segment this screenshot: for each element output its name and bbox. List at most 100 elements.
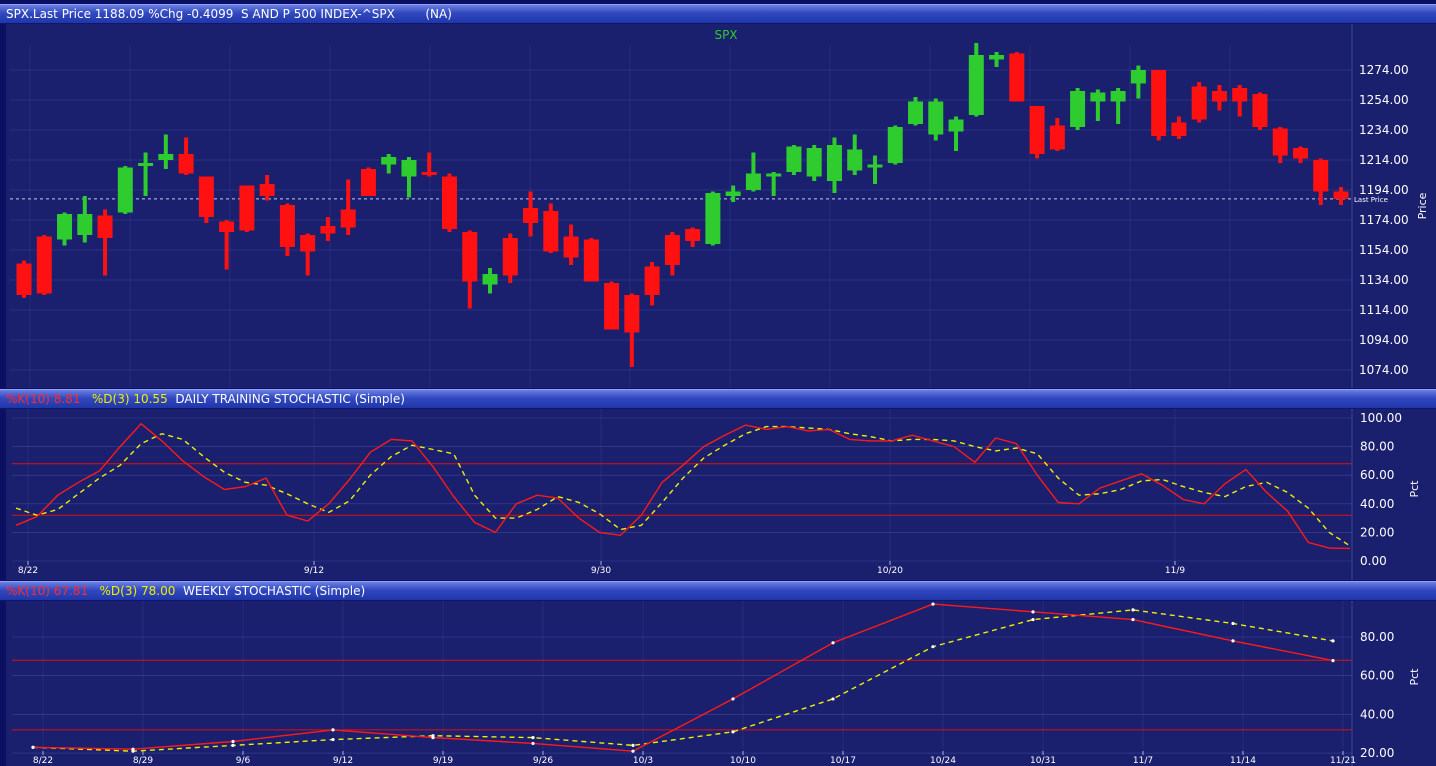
x-tick-label: 9/12 (333, 756, 353, 766)
k-point (331, 728, 335, 732)
price-y-tick: 1174.00 (1359, 213, 1409, 227)
price-y-tick: 1274.00 (1359, 63, 1409, 77)
candle-down (259, 184, 275, 196)
d-point (831, 697, 835, 701)
d-point (1031, 617, 1035, 622)
weekly-title: WEEKLY STOCHASTIC (Simple) (182, 584, 366, 598)
d-point (31, 745, 35, 749)
candle-up (766, 173, 782, 177)
stoch-y-tick: 100.00 (1360, 411, 1402, 425)
candle-up (948, 119, 964, 132)
candle-down (462, 232, 478, 282)
x-tick-label: 10/17 (830, 756, 856, 766)
candle-down (685, 229, 701, 241)
stoch-y-tick: 20.00 (1360, 746, 1394, 760)
x-tick-label: 11/9 (1165, 566, 1185, 576)
candle-down (563, 236, 579, 258)
k-point (731, 697, 735, 701)
weekly-stochastic-chart[interactable]: 80.00 60.00 40.00 20.00 Pct 8/22 8/29 9/6 9/12 9/… (0, 601, 1436, 766)
price-title: SPX (714, 28, 737, 42)
stoch-y-tick: 20.00 (1360, 525, 1394, 539)
daily-title: DAILY TRAINING STOCHASTIC (Simple) (175, 392, 405, 406)
candle-down (16, 263, 32, 295)
price-y-tick: 1094.00 (1359, 333, 1409, 347)
candle-down (320, 226, 336, 234)
candle-up (381, 157, 397, 165)
candle-up (158, 154, 174, 160)
daily-panel-header: %K(10) 8.81 %D(3) 10.55 DAILY TRAINING S… (0, 389, 1436, 409)
candle-up (57, 214, 73, 240)
candle-down (1333, 191, 1349, 199)
candle-down (178, 154, 194, 174)
candle-down (1191, 86, 1207, 120)
candle-up (806, 148, 822, 177)
price-y-tick: 1074.00 (1359, 363, 1409, 377)
candle-down (198, 176, 214, 217)
candle-up (908, 101, 924, 124)
candle-up (77, 214, 93, 235)
price-header-text: SPX.Last Price 1188.09 %Chg -0.4099 S AN… (6, 7, 452, 21)
d-point (531, 736, 535, 740)
weekly-panel-header: %K(10) 67.81 %D(3) 78.00 WEEKLY STOCHAST… (0, 581, 1436, 601)
weekly-d-label: %D(3) 78.00 (99, 584, 176, 598)
stoch-y-tick: 40.00 (1360, 497, 1394, 511)
candle-down (1232, 88, 1248, 102)
x-tick-label: 11/14 (1230, 756, 1256, 766)
x-tick-label: 8/29 (133, 756, 153, 766)
x-tick-label: 9/30 (591, 566, 611, 576)
d-point (1131, 608, 1135, 612)
stoch-axis-label: Pct (1408, 668, 1421, 686)
candle-down (1292, 148, 1308, 159)
d-point (331, 737, 335, 742)
candle-down (502, 238, 518, 276)
daily-stochastic-chart[interactable]: 100.00 80.00 60.00 40.00 20.00 0.00 Pct 8/22 9/1… (0, 409, 1436, 580)
candle-down (523, 208, 539, 223)
candle-down (1029, 106, 1045, 154)
last-price-label: Last Price (1354, 196, 1388, 204)
daily-d-label: %D(3) 10.55 (91, 392, 168, 406)
x-tick-label: 9/12 (304, 566, 324, 576)
candle-up (482, 274, 498, 285)
k-point (831, 641, 835, 645)
x-tick-label: 10/20 (877, 566, 903, 576)
price-y-tick: 1234.00 (1359, 123, 1409, 137)
d-point (931, 645, 935, 649)
stoch-y-tick: 60.00 (1360, 669, 1394, 683)
candle-down (664, 235, 680, 265)
k-point (1031, 610, 1035, 614)
x-tick-label: 10/10 (730, 756, 756, 766)
candle-down (219, 221, 235, 232)
panel-background (6, 409, 1436, 580)
candle-down (239, 185, 255, 231)
d-point (131, 749, 135, 753)
x-tick-label: 8/22 (33, 756, 53, 766)
candle-down (624, 295, 640, 333)
stoch-y-tick: 60.00 (1360, 468, 1394, 482)
price-chart[interactable]: 1274.001254.001234.001214.001194.001174.… (0, 24, 1436, 388)
candle-down (97, 215, 113, 238)
k-point (631, 749, 635, 753)
candle-down (1211, 91, 1227, 102)
panel-background (6, 601, 1436, 766)
candle-up (786, 146, 802, 172)
candle-down (583, 239, 599, 282)
k-point (531, 741, 535, 746)
k-point (1231, 639, 1235, 643)
candle-up (1090, 92, 1106, 102)
d-point (431, 734, 435, 738)
d-point (231, 743, 235, 747)
x-tick-label: 9/26 (533, 756, 553, 766)
price-axis-label: Price (1416, 192, 1429, 219)
candle-up (887, 127, 903, 163)
price-y-tick: 1134.00 (1359, 273, 1409, 287)
candle-down (1171, 122, 1187, 136)
candle-down (644, 266, 660, 295)
x-tick-label: 11/21 (1330, 756, 1356, 766)
candle-down (1252, 94, 1268, 127)
candle-down (279, 205, 295, 247)
candle-down (1009, 53, 1025, 102)
candle-up (1070, 91, 1086, 127)
stoch-y-tick: 40.00 (1360, 707, 1394, 721)
price-y-tick: 1154.00 (1359, 243, 1409, 257)
price-panel-header: SPX.Last Price 1188.09 %Chg -0.4099 S AN… (0, 4, 1436, 24)
